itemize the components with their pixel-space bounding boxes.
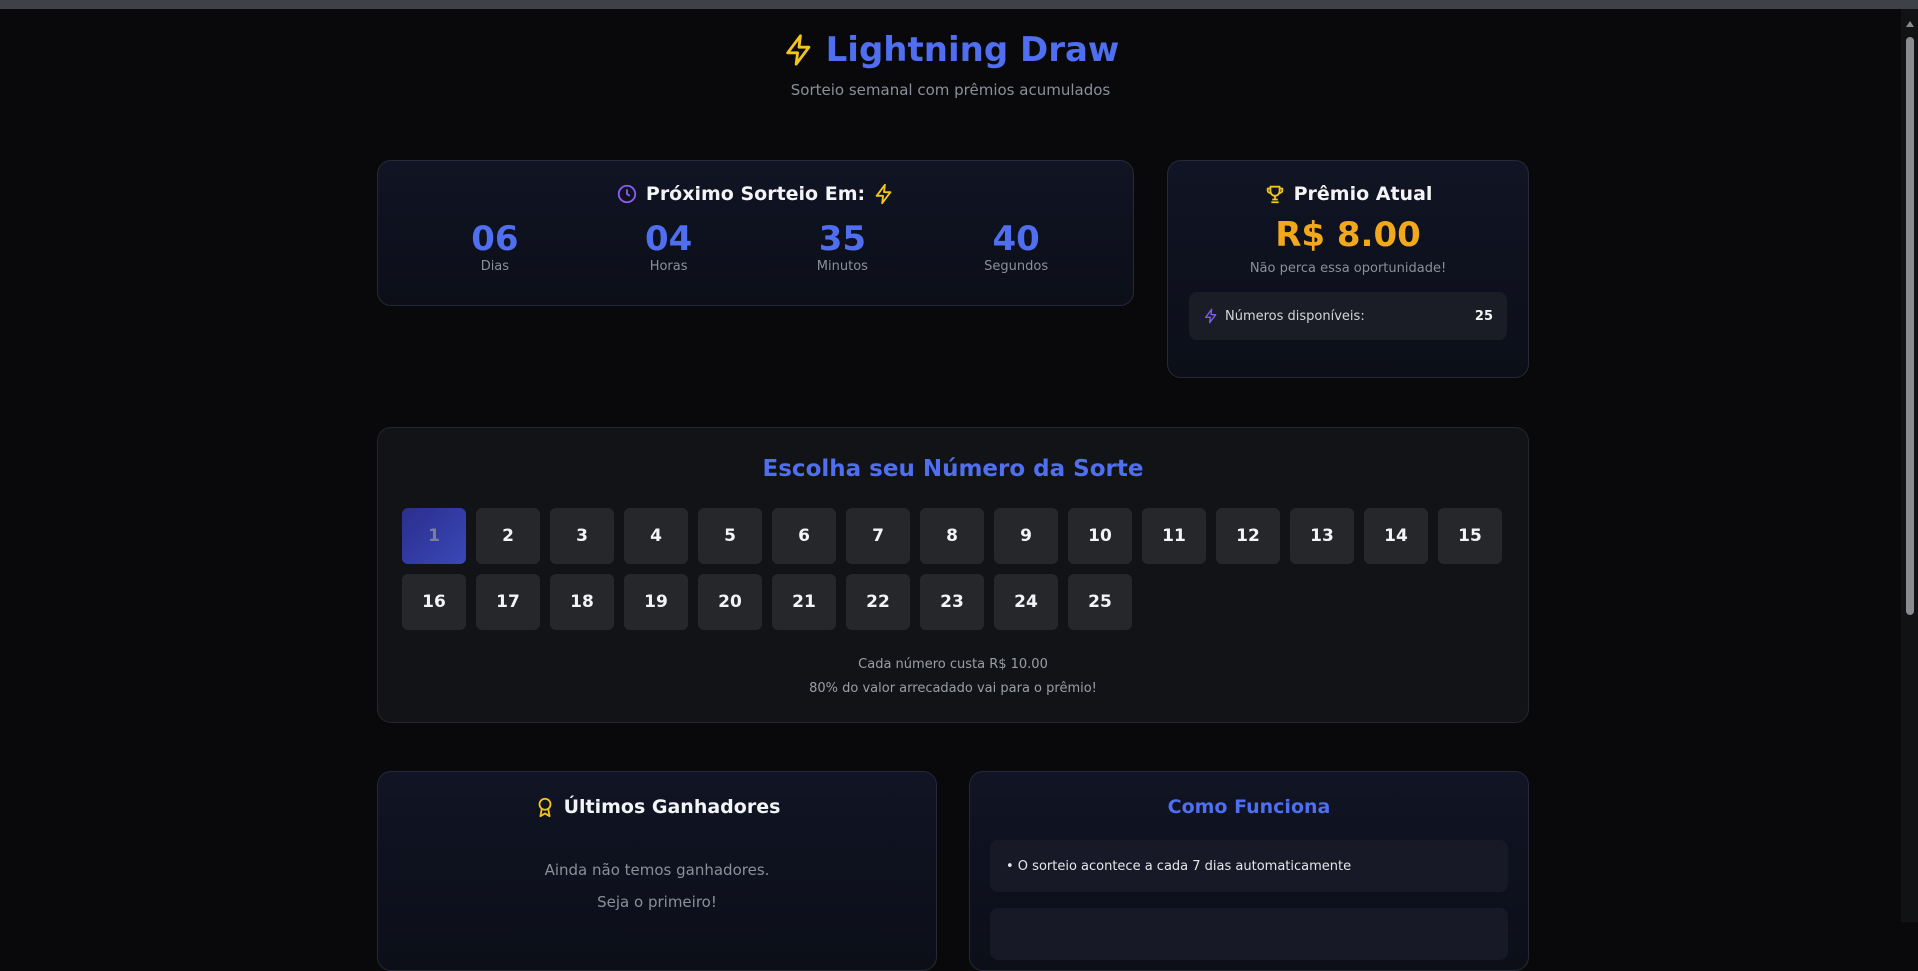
how-it-works-title: Como Funciona [1167,796,1331,818]
countdown-minutes-label: Minutos [816,259,868,274]
scrollbar-thumb[interactable] [1906,37,1914,615]
how-it-works-card: Como Funciona • O sorteio acontece a cad… [969,771,1529,971]
countdown-minutes-value: 35 [818,219,867,259]
winners-empty-line-1: Ainda não temos ganhadores. [544,861,770,879]
available-numbers-label: Números disponíveis: [1225,308,1365,324]
number-button-9[interactable]: 9 [994,508,1058,564]
countdown-seconds-label: Segundos [984,259,1049,274]
how-it-works-item: • O sorteio acontece a cada 7 dias autom… [990,840,1508,892]
prize-title: Prêmio Atual [1168,183,1528,205]
number-button-24[interactable]: 24 [994,574,1058,630]
number-button-25[interactable]: 25 [1068,574,1132,630]
number-button-4[interactable]: 4 [624,508,688,564]
countdown-minutes: 35 Minutos [782,219,902,274]
available-numbers-count: 25 [1474,308,1493,324]
award-ribbon-icon [538,797,551,818]
number-button-20[interactable]: 20 [698,574,762,630]
countdown-days-value: 06 [471,219,519,259]
number-button-18[interactable]: 18 [550,574,614,630]
how-it-works-item [990,908,1508,960]
page-scrollbar[interactable] [1901,9,1918,922]
number-grid: 1 2 3 4 5 6 7 8 9 10 11 12 13 14 15 16 17 18 19 20 21 22 23 24 2… [402,508,1502,630]
trophy-icon [1266,185,1283,204]
scroll-up-arrow-icon[interactable] [1906,21,1914,27]
number-button-23[interactable]: 23 [920,574,984,630]
countdown-days: 06 Dias [435,219,555,274]
page-header: Lightning Draw Sorteio semanal com prêmi… [0,30,1901,99]
last-winners-title-text: Últimos Ganhadores [563,796,781,818]
number-button-16[interactable]: 16 [402,574,466,630]
countdown-card: Próximo Sorteio Em: 06 Dias 04 Horas 35 … [377,160,1134,306]
number-button-10[interactable]: 10 [1068,508,1132,564]
available-numbers-row: Números disponíveis: 25 [1189,292,1507,340]
number-button-2[interactable]: 2 [476,508,540,564]
last-winners-title: Últimos Ganhadores [378,796,936,818]
lightning-icon [875,183,892,205]
number-picker-card: Escolha seu Número da Sorte 1 2 3 4 5 6 7 8 9 10 1… [377,427,1529,723]
prize-value: R$ 8.00 [1275,215,1421,255]
lightning-icon [1205,308,1217,324]
winners-empty-message: Ainda não temos ganhadores. Seja o prime… [378,854,936,918]
number-picker-title: Escolha seu Número da Sorte [762,456,1144,482]
page-title-text: Lightning Draw [825,30,1120,70]
countdown-hours: 04 Horas [609,219,729,274]
number-button-1[interactable]: 1 [402,508,466,564]
last-winners-card: Últimos Ganhadores Ainda não temos ganha… [377,771,937,971]
countdown-values: 06 Dias 04 Horas 35 Minutos 40 Segundos [378,219,1133,274]
prize-note: Não perca essa oportunidade! [1249,261,1447,276]
countdown-seconds-value: 40 [992,219,1040,259]
prize-split-info: 80% do valor arrecadado vai para o prêmi… [809,681,1097,696]
number-button-6[interactable]: 6 [772,508,836,564]
number-button-7[interactable]: 7 [846,508,910,564]
number-cost-info: Cada número custa R$ 10.00 [858,657,1048,672]
winners-empty-line-2: Seja o primeiro! [597,893,717,911]
number-button-3[interactable]: 3 [550,508,614,564]
page-title: Lightning Draw [782,30,1120,70]
number-button-14[interactable]: 14 [1364,508,1428,564]
prize-title-text: Prêmio Atual [1293,183,1433,205]
page-subtitle: Sorteio semanal com prêmios acumulados [790,81,1111,99]
number-button-8[interactable]: 8 [920,508,984,564]
number-button-12[interactable]: 12 [1216,508,1280,564]
number-button-22[interactable]: 22 [846,574,910,630]
countdown-hours-value: 04 [644,219,693,259]
number-button-17[interactable]: 17 [476,574,540,630]
countdown-title: Próximo Sorteio Em: [378,183,1133,205]
lightning-icon [785,34,810,66]
number-button-13[interactable]: 13 [1290,508,1354,564]
countdown-title-text: Próximo Sorteio Em: [645,183,866,205]
number-button-15[interactable]: 15 [1438,508,1502,564]
number-button-19[interactable]: 19 [624,574,688,630]
number-button-11[interactable]: 11 [1142,508,1206,564]
countdown-seconds: 40 Segundos [956,219,1076,274]
countdown-days-label: Dias [480,259,510,274]
number-button-21[interactable]: 21 [772,574,836,630]
countdown-hours-label: Horas [649,259,688,274]
browser-top-bar [0,0,1918,9]
clock-icon [617,184,637,204]
number-button-5[interactable]: 5 [698,508,762,564]
prize-card: Prêmio Atual R$ 8.00 Não perca essa opor… [1167,160,1529,378]
